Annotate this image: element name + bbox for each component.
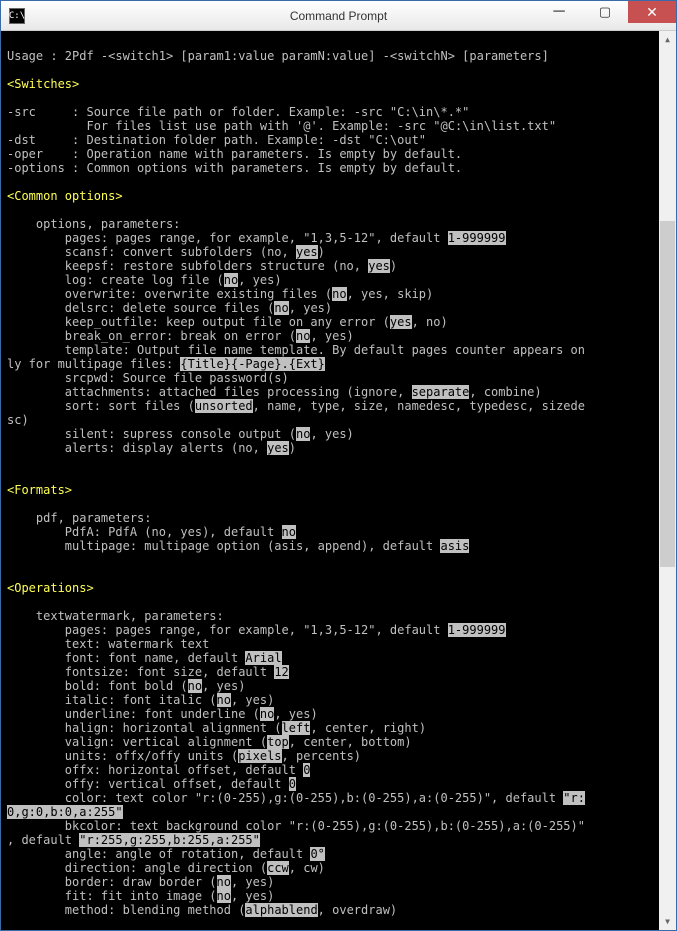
scroll-track[interactable]	[659, 48, 676, 913]
scroll-thumb[interactable]	[660, 221, 675, 567]
titlebar[interactable]: C:\ Command Prompt ─ ▢ ✕	[1, 1, 676, 31]
vertical-scrollbar[interactable]: ▲ ▼	[659, 31, 676, 930]
console-output: Usage : 2Pdf -<switch1> [param1:value pa…	[1, 31, 659, 930]
cmd-icon: C:\	[9, 8, 25, 24]
window-controls: ─ ▢ ✕	[536, 1, 676, 30]
maximize-button[interactable]: ▢	[582, 1, 628, 23]
minimize-button[interactable]: ─	[536, 1, 582, 23]
scroll-down-button[interactable]: ▼	[659, 913, 676, 930]
scroll-up-button[interactable]: ▲	[659, 31, 676, 48]
window-frame: C:\ Command Prompt ─ ▢ ✕ Usage : 2Pdf -<…	[0, 0, 677, 931]
content-area: Usage : 2Pdf -<switch1> [param1:value pa…	[1, 31, 676, 930]
close-button[interactable]: ✕	[628, 1, 676, 23]
